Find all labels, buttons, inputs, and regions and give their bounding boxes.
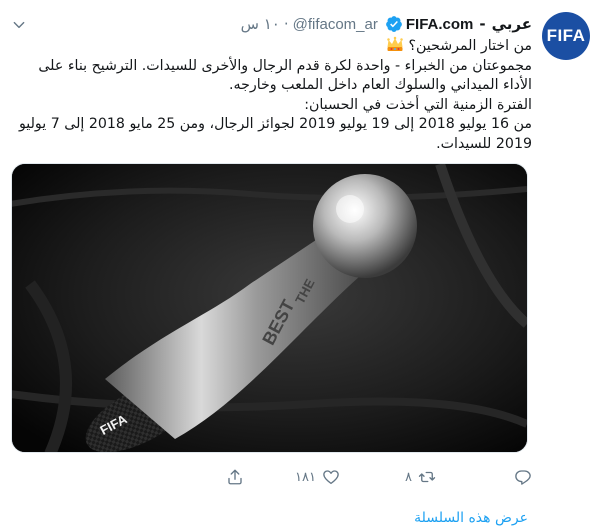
tweet-line: من 16 يوليو 2018 إلى 19 يوليو 2019 لجوائ… xyxy=(18,116,532,133)
retweet-button[interactable]: ٨ xyxy=(405,468,436,486)
like-button[interactable]: ١٨١ xyxy=(295,468,340,486)
avatar[interactable]: FIFA xyxy=(542,12,590,60)
name-separator: - xyxy=(479,15,486,33)
tweet-line: 2019 للسيدات. xyxy=(436,135,532,152)
tweet-line: الفترة الزمنية التي أخذت في الحسبان: xyxy=(304,96,532,113)
verified-badge-icon xyxy=(385,15,403,33)
retweet-icon xyxy=(418,471,436,483)
share-button[interactable] xyxy=(226,468,244,486)
tweet-media-image[interactable]: THE BEST FIFA xyxy=(11,163,528,453)
tweet-line: الأداء الميداني والسلوك العام داخل الملع… xyxy=(228,77,532,94)
trophy-photo: THE BEST FIFA xyxy=(12,164,527,452)
share-icon xyxy=(228,469,242,485)
tweet-text: من اختار المرشحين؟ مجموعتان من الخبراء -… xyxy=(18,36,532,155)
show-thread-link[interactable]: عرض هذه السلسلة xyxy=(414,510,528,526)
avatar-logo-text: FIFA xyxy=(546,26,586,45)
chevron-down-icon[interactable] xyxy=(12,18,26,32)
like-count: ١٨١ xyxy=(295,469,316,485)
crown-emoji-icon xyxy=(387,36,404,51)
reply-icon xyxy=(515,470,531,485)
tweet-line: من اختار المرشحين؟ xyxy=(20,36,532,57)
author-brand[interactable]: FIFA.com xyxy=(406,16,474,33)
author-handle[interactable]: @fifacom_ar xyxy=(293,16,378,33)
reply-button[interactable] xyxy=(508,468,532,486)
tweet-actions: ٨ ١٨١ xyxy=(62,468,532,490)
dot-separator: · xyxy=(283,15,289,33)
tweet[interactable]: FIFA عربي - FIFA.com @fifacom_ar · ١٠ س … xyxy=(0,0,598,526)
tweet-line: مجموعتان من الخبراء - واحدة لكرة قدم الر… xyxy=(38,57,532,74)
tweet-time[interactable]: ١٠ س xyxy=(241,15,280,33)
heart-icon xyxy=(323,470,339,485)
tweet-header: عربي - FIFA.com @fifacom_ar · ١٠ س xyxy=(241,14,532,34)
retweet-count: ٨ xyxy=(405,469,412,485)
author-name[interactable]: عربي xyxy=(492,15,532,33)
